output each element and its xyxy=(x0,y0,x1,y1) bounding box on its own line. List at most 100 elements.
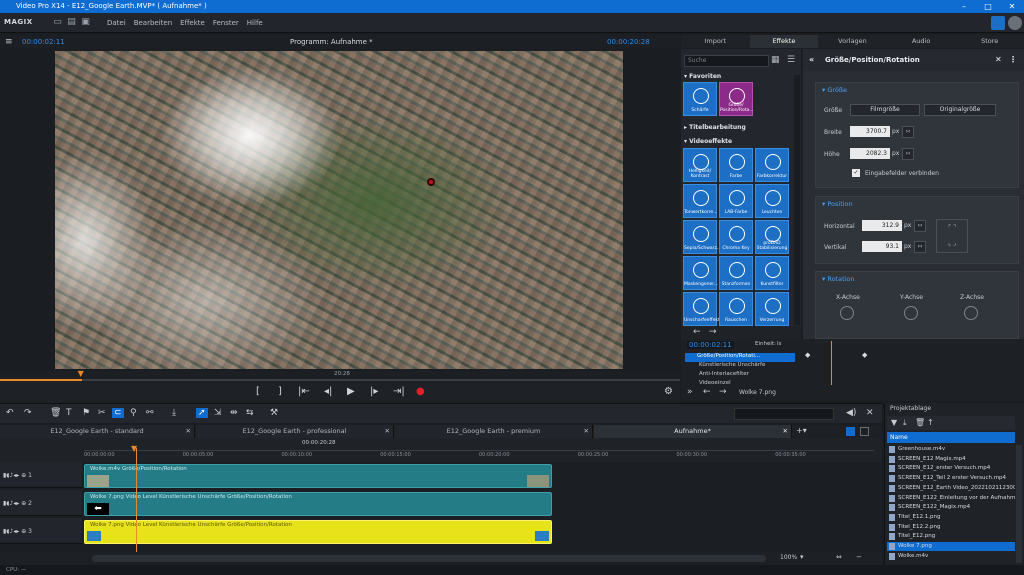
effect-tile[interactable]: Leuchten xyxy=(755,184,789,218)
close-tab-icon[interactable]: ✕ xyxy=(186,425,191,438)
minimize-icon[interactable]: – xyxy=(952,0,976,13)
menu-edit[interactable]: Bearbeiten xyxy=(134,19,172,27)
width-input[interactable]: 3700.7 xyxy=(850,126,890,137)
volume-icon[interactable]: ◀) xyxy=(846,408,856,418)
record-icon[interactable]: ● xyxy=(416,386,425,397)
media-add-icon[interactable]: ▼ xyxy=(891,418,897,427)
y-rotation-dial[interactable] xyxy=(904,306,918,320)
hamburger-menu-icon[interactable]: ≡ xyxy=(5,37,13,47)
effect-tile[interactable]: Sepia/Schwarz... xyxy=(683,220,721,254)
film-size-button[interactable]: Filmgröße xyxy=(850,104,920,116)
collapse-chevron-icon[interactable]: » xyxy=(687,387,693,397)
media-item[interactable]: Titel_E12.1.png xyxy=(887,513,1015,522)
keyframe-diamond-icon[interactable]: ◆ xyxy=(862,351,867,359)
effect-tile[interactable]: Unscharfeeffekte xyxy=(683,292,723,326)
x-rotation-dial[interactable] xyxy=(840,306,854,320)
effect-tile[interactable]: Tonwertkorre... xyxy=(683,184,717,218)
effect-tile[interactable]: Maskengener... xyxy=(683,256,718,290)
unlink-icon[interactable]: ⚯ xyxy=(146,408,154,418)
scrub-handle-icon[interactable]: ▼ xyxy=(78,369,84,378)
title-tool-icon[interactable]: T xyxy=(66,408,72,418)
media-item[interactable]: Titel_E12.2.png xyxy=(887,523,1015,532)
timeline-ruler[interactable]: 00:00:20:28 00:00:00:00 00:00:05:00 00:00:… xyxy=(0,438,882,462)
effect-tile[interactable]: LAB-Farbe xyxy=(719,184,753,218)
close-icon[interactable]: ✕ xyxy=(1000,0,1024,13)
tab-professional[interactable]: E12_Google Earth - professional ✕ xyxy=(196,425,394,438)
effect-tile[interactable]: Rauschen xyxy=(719,292,753,326)
timeline-mode-icon[interactable] xyxy=(846,427,855,436)
media-item[interactable]: Wolke.m4v xyxy=(887,552,1015,561)
zoom-fit-icon[interactable]: ⇔ xyxy=(836,553,842,561)
workspace-icon[interactable] xyxy=(991,16,1005,30)
mark-in-icon[interactable]: [ xyxy=(256,386,260,397)
effect-tile[interactable]: Chroma Key xyxy=(719,220,753,254)
preview-settings-icon[interactable]: ⚙ xyxy=(664,386,673,397)
effect-tile-size-position-rotation[interactable]: Größe/ Position/Rota... xyxy=(719,82,754,116)
zoom-dropdown-icon[interactable]: ▾ xyxy=(800,553,804,561)
menu-help[interactable]: Hilfe xyxy=(247,19,263,27)
zoom-level[interactable]: 100% xyxy=(780,554,797,561)
new-project-icon[interactable]: ▭ xyxy=(52,17,63,28)
zoom-out-icon[interactable]: − xyxy=(856,553,862,561)
cut-icon[interactable]: ✂ xyxy=(98,408,106,418)
media-item[interactable]: SCREEN_E12_erster Versuch.mp4 xyxy=(887,464,1015,473)
clip-wolke-m4v[interactable]: Wolke.m4v Größe/Position/Rotation xyxy=(84,464,552,488)
effect-tile-sharpen[interactable]: Schärfe xyxy=(683,82,717,116)
height-stepper-icon[interactable]: ›‹ xyxy=(902,148,914,160)
position-group-title[interactable]: ▾ Position xyxy=(822,200,853,208)
clip-wolke7-track2[interactable]: Wolke 7.png Video Level Künstlerische Un… xyxy=(84,492,552,516)
maximize-icon[interactable]: □ xyxy=(976,0,1000,13)
effect-tile[interactable]: Kunstfilter xyxy=(755,256,789,290)
link-fields-checkbox[interactable]: ✓ xyxy=(852,169,860,177)
keyframe-row-video[interactable]: Videoeinzel xyxy=(687,380,731,385)
size-group-title[interactable]: ▾ Größe xyxy=(822,86,847,94)
undo-icon[interactable]: ↶ xyxy=(6,408,14,418)
play-icon[interactable]: ▶ xyxy=(347,386,355,397)
stretch-tool-icon[interactable]: ⇹ xyxy=(230,408,238,418)
link-icon[interactable]: ⚲ xyxy=(130,408,137,418)
media-name-column[interactable]: Name xyxy=(887,432,1015,443)
tab-recording[interactable]: Aufnahme* ✕ xyxy=(594,425,792,438)
close-tab-icon[interactable]: ✕ xyxy=(584,425,589,438)
track-header-3[interactable]: ▮◖♪◂▸ ⊕ 3 xyxy=(0,518,82,544)
previous-frame-icon[interactable]: ◂| xyxy=(324,386,332,397)
section-video-effects[interactable]: ▾ Videoeffekte xyxy=(684,138,732,145)
horizontal-input[interactable]: 312.9 xyxy=(862,220,902,231)
redo-icon[interactable]: ↷ xyxy=(24,408,32,418)
tab-templates[interactable]: Vorlagen xyxy=(818,35,887,48)
tab-audio[interactable]: Audio xyxy=(887,35,956,48)
back-chevron-icon[interactable]: « xyxy=(809,49,814,71)
effect-tile[interactable]: Farbkorrektur xyxy=(755,148,789,182)
grid-view-icon[interactable]: ▦ xyxy=(771,55,780,65)
effect-tile[interactable]: proDAD Stabilisierung xyxy=(755,220,789,254)
menu-effects[interactable]: Effekte xyxy=(180,19,205,27)
media-item[interactable]: SCREEN_E122_Magix.mp4 xyxy=(887,503,1015,512)
more-options-icon[interactable]: ⋮ xyxy=(1009,49,1017,71)
effect-tile[interactable]: Helligkeit/ Kontrast xyxy=(683,148,717,182)
go-to-end-icon[interactable]: ⇥| xyxy=(393,386,405,397)
rotation-group-title[interactable]: ▾ Rotation xyxy=(822,275,855,283)
track-header-2[interactable]: ▮◖♪◂▸ ⊕ 2 xyxy=(0,490,82,516)
horizontal-scrollbar[interactable] xyxy=(92,555,766,562)
tab-store[interactable]: Store xyxy=(955,35,1024,48)
storyboard-mode-icon[interactable] xyxy=(860,427,869,436)
track-header-1[interactable]: ▮◖♪◂▸ ⊕ 1 xyxy=(0,462,82,488)
z-rotation-dial[interactable] xyxy=(964,306,978,320)
width-stepper-icon[interactable]: ›‹ xyxy=(902,126,914,138)
close-tab-icon[interactable]: ✕ xyxy=(783,425,788,438)
original-size-button[interactable]: Originalgröße xyxy=(924,104,996,116)
slip-tool-icon[interactable]: ⇆ xyxy=(246,408,254,418)
add-tab-icon[interactable]: +▾ xyxy=(796,426,807,435)
settings-gear-icon[interactable] xyxy=(1008,16,1022,30)
section-favorites[interactable]: ▾ Favoriten xyxy=(684,73,721,80)
delete-icon[interactable]: 🗑 xyxy=(50,408,61,418)
tab-standard[interactable]: E12_Google Earth - standard ✕ xyxy=(0,425,195,438)
keyframe-row-size-position[interactable]: Größe/Position/Rotati... xyxy=(685,353,795,362)
mark-out-icon[interactable]: ] xyxy=(278,386,282,397)
save-icon[interactable]: ▣ xyxy=(80,17,91,28)
kf-back-arrow-icon[interactable]: ← xyxy=(703,387,711,397)
menu-file[interactable]: Datei xyxy=(107,19,126,27)
kf-forward-arrow-icon[interactable]: → xyxy=(719,387,727,397)
tab-premium[interactable]: E12_Google Earth - premium ✕ xyxy=(395,425,593,438)
media-scrollbar[interactable] xyxy=(1016,445,1022,563)
